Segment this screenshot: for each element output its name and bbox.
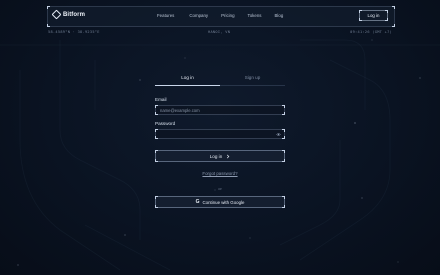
top-navbar: Bitform Features Company Pricing Tokens … xyxy=(47,6,395,27)
nav-link-blog[interactable]: Blog xyxy=(274,13,283,18)
corner-accent xyxy=(47,24,50,27)
coordinates-readout: 58.4589°N · 38.9235°E xyxy=(48,30,100,34)
google-signin-label: Continue with Google xyxy=(202,199,245,205)
nav-link-pricing[interactable]: Pricing xyxy=(221,13,234,18)
nav-link-company[interactable]: Company xyxy=(189,13,208,18)
location-readout: HANOI, VN xyxy=(208,30,231,34)
email-field[interactable] xyxy=(160,106,270,114)
password-label: Password xyxy=(155,121,176,126)
auth-tabs: Log in Sign up xyxy=(155,70,285,86)
password-field[interactable] xyxy=(160,130,270,138)
corner-accent xyxy=(155,112,158,115)
nav-links: Features Company Pricing Tokens Blog xyxy=(157,13,283,18)
eye-icon[interactable] xyxy=(276,132,281,137)
corner-accent xyxy=(282,196,285,199)
corner-accent xyxy=(155,196,158,199)
brand-name: Bitform xyxy=(63,11,86,18)
diamond-logo-icon xyxy=(51,9,62,20)
corner-accent xyxy=(155,129,158,132)
corner-accent xyxy=(392,24,395,27)
corner-accent xyxy=(282,129,285,132)
corner-accent xyxy=(392,6,395,9)
corner-accent xyxy=(282,159,285,162)
email-label: Email xyxy=(155,97,167,102)
corner-accent xyxy=(282,112,285,115)
tab-login[interactable]: Log in xyxy=(155,70,220,86)
corner-accent xyxy=(282,136,285,139)
nav-login-label: Log in xyxy=(367,13,380,18)
google-icon: G xyxy=(195,199,200,205)
login-submit-button[interactable]: Log in xyxy=(155,150,285,162)
corner-accent xyxy=(155,205,158,208)
forgot-password-link[interactable]: Forgot password? xyxy=(0,171,440,176)
corner-accent xyxy=(282,205,285,208)
email-field-box xyxy=(155,105,285,115)
corner-accent xyxy=(385,18,388,21)
login-submit-label: Log in xyxy=(209,153,223,159)
nav-link-features[interactable]: Features xyxy=(157,13,174,18)
corner-accent xyxy=(155,105,158,108)
password-field-box xyxy=(155,129,285,139)
corner-accent xyxy=(47,6,50,9)
nav-link-tokens[interactable]: Tokens xyxy=(248,13,262,18)
corner-accent xyxy=(282,105,285,108)
tab-signup[interactable]: Sign up xyxy=(220,70,285,86)
corner-accent xyxy=(155,150,158,153)
clock-readout: 09:41:26 (GMT +7) xyxy=(350,30,392,34)
corner-accent xyxy=(385,10,388,13)
corner-accent xyxy=(359,10,362,13)
chevron-right-icon xyxy=(227,154,230,158)
corner-accent xyxy=(155,159,158,162)
corner-accent xyxy=(359,18,362,21)
nav-login-button[interactable]: Log in xyxy=(359,10,388,21)
brand-logo[interactable]: Bitform xyxy=(51,9,86,20)
or-divider: or xyxy=(218,186,222,191)
corner-accent xyxy=(155,136,158,139)
google-signin-button[interactable]: G Continue with Google xyxy=(155,196,285,208)
corner-accent xyxy=(282,150,285,153)
